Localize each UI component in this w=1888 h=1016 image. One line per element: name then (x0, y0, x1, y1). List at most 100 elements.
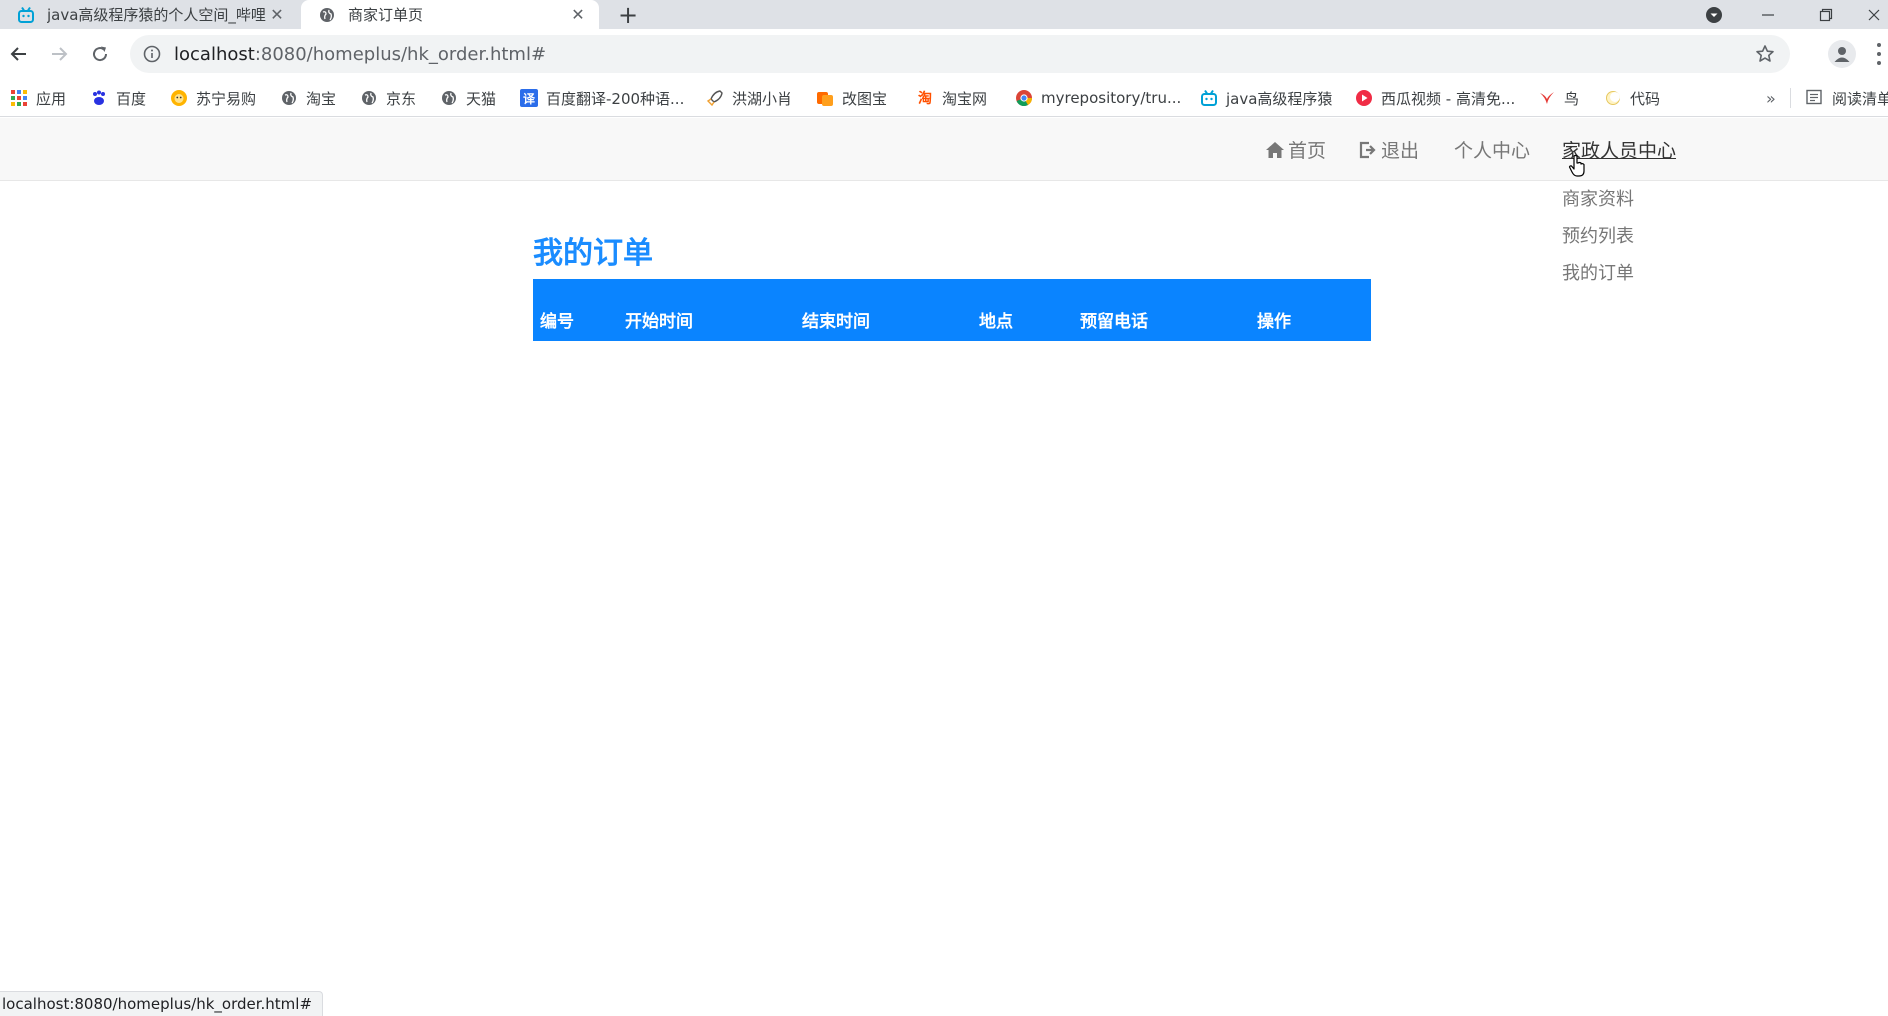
bookmark-xigua[interactable]: 西瓜视频 - 高清免... (1355, 79, 1515, 117)
nav-logout-label: 退出 (1381, 140, 1420, 162)
bookmark-suning[interactable]: 苏宁易购 (170, 79, 256, 117)
dropdown-item-my-orders[interactable]: 我的订单 (1562, 255, 1712, 292)
column-header-location: 地点 (979, 312, 1013, 332)
bookmark-label: 代码 (1630, 89, 1661, 108)
globe-icon (318, 6, 336, 24)
dropdown-item-merchant-profile[interactable]: 商家资料 (1562, 181, 1712, 218)
reading-list-label: 阅读清单 (1832, 89, 1888, 108)
bookmark-jd[interactable]: 京东 (360, 79, 416, 117)
bookmark-label: myrepository/tru... (1041, 89, 1182, 107)
bookmark-taobaowang[interactable]: 淘 淘宝网 (916, 79, 987, 117)
tab-strip: java高级程序猿的个人空间_哔哩 ✕ 商家订单页 ✕ + (0, 0, 1888, 29)
orders-table-header-row: 编号 开始时间 结束时间 地点 预留电话 操作 (533, 279, 1371, 341)
apps-grid-icon (10, 89, 28, 107)
logout-icon (1358, 140, 1378, 160)
bookmark-bilibili[interactable]: java高级程序猿 (1200, 79, 1332, 117)
bookmark-label: 洪湖小肖 (732, 89, 793, 108)
status-url-bubble: localhost:8080/homeplus/hk_order.html# (0, 991, 324, 1016)
tab-merchant-orders[interactable]: 商家订单页 ✕ (301, 0, 599, 29)
bookmark-myrepository[interactable]: myrepository/tru... (1015, 79, 1181, 117)
star-icon[interactable] (1754, 43, 1776, 65)
nav-logout-link[interactable]: 退出 (1358, 118, 1419, 181)
column-header-id: 编号 (540, 312, 574, 332)
reading-list-icon (1806, 89, 1824, 107)
bookmark-label: 鸟 (1564, 89, 1580, 108)
url-path: :8080/homeplus/hk_order.html# (254, 43, 547, 65)
reading-list-button[interactable]: 阅读清单 (1806, 79, 1888, 117)
bookmark-label: 京东 (386, 89, 417, 108)
home-icon (1265, 140, 1285, 160)
bookmarks-overflow-button[interactable]: » (1766, 79, 1776, 117)
dropdown-item-appointment-list[interactable]: 预约列表 (1562, 218, 1712, 255)
image-edit-icon (816, 89, 834, 107)
tab-title: 商家订单页 (348, 6, 424, 24)
bookmark-code[interactable]: 代码 (1604, 79, 1660, 117)
web-page: 首页 退出 个人中心 家政人员中心 商家资料 预约列表 我的订单 我的订单 编号… (0, 118, 1888, 1016)
taobao-icon: 淘 (918, 91, 932, 107)
globe-icon (440, 89, 458, 107)
reload-icon (93, 46, 108, 62)
person-icon (1834, 47, 1850, 62)
bookmarks-bar: 应用 百度 苏宁易购 淘宝 京东 天猫 译 百度翻译-200种语... 洪湖小肖… (0, 79, 1888, 117)
bookmark-baidu[interactable]: 百度 (90, 79, 146, 117)
nav-home-label: 首页 (1288, 140, 1327, 162)
minimize-icon[interactable] (1748, 0, 1788, 29)
nav-home-link[interactable]: 首页 (1265, 118, 1326, 181)
page-title: 我的订单 (533, 236, 653, 271)
url-text: localhost:8080/homeplus/hk_order.html# (174, 44, 546, 65)
bookmark-baidu-translate[interactable]: 译 百度翻译-200种语... (520, 79, 684, 117)
forward-button[interactable] (43, 38, 75, 70)
restore-icon[interactable] (1806, 0, 1846, 29)
play-icon (1355, 89, 1373, 107)
info-icon[interactable] (142, 44, 162, 64)
bird-icon (1538, 89, 1556, 107)
rocket-icon (706, 89, 724, 107)
bookmark-taobao[interactable]: 淘宝 (280, 79, 336, 117)
bilibili-icon (1200, 89, 1218, 107)
column-header-actions: 操作 (1257, 312, 1291, 332)
bookmarks-divider (1790, 88, 1791, 108)
bookmark-label: 苏宁易购 (196, 89, 257, 108)
nav-personal-center-link[interactable]: 个人中心 (1454, 118, 1530, 181)
address-bar[interactable]: localhost:8080/homeplus/hk_order.html# (130, 35, 1790, 73)
arrow-right-icon (52, 47, 68, 61)
tab-bilibili[interactable]: java高级程序猿的个人空间_哔哩 ✕ (0, 0, 298, 29)
mouse-pointer-icon (1568, 154, 1585, 177)
browser-toolbar: localhost:8080/homeplus/hk_order.html# (0, 29, 1888, 79)
url-host: localhost (174, 43, 255, 65)
bookmark-apps[interactable]: 应用 (10, 79, 66, 117)
globe-icon (360, 89, 378, 107)
close-icon[interactable]: ✕ (266, 4, 288, 26)
bookmark-tmall[interactable]: 天猫 (440, 79, 496, 117)
bookmark-label: 西瓜视频 - 高清免... (1381, 89, 1516, 108)
bookmark-gaitubao[interactable]: 改图宝 (816, 79, 887, 117)
chrome-icon (1015, 89, 1033, 107)
new-tab-button[interactable]: + (613, 0, 643, 29)
bookmark-bird[interactable]: 鸟 (1538, 79, 1579, 117)
column-header-end-time: 结束时间 (802, 312, 870, 332)
bookmark-label: 应用 (36, 89, 67, 108)
reload-button[interactable] (84, 38, 116, 70)
bookmark-label: 淘宝网 (942, 89, 988, 108)
close-window-icon[interactable] (1860, 0, 1888, 29)
staff-center-dropdown: 商家资料 预约列表 我的订单 (1562, 181, 1712, 292)
tab-search-icon[interactable] (1694, 0, 1734, 29)
close-icon[interactable]: ✕ (567, 4, 589, 26)
baidu-paw-icon (90, 89, 108, 107)
moon-icon (1604, 89, 1622, 107)
bookmark-label: 淘宝 (306, 89, 337, 108)
translate-icon: 译 (520, 89, 538, 107)
profile-avatar[interactable] (1828, 40, 1856, 68)
column-header-start-time: 开始时间 (625, 312, 693, 332)
bookmark-honghu[interactable]: 洪湖小肖 (706, 79, 792, 117)
arrow-left-icon (10, 47, 26, 61)
browser-menu-button[interactable] (1872, 41, 1886, 67)
site-navbar: 首页 退出 个人中心 家政人员中心 (0, 118, 1888, 181)
bilibili-icon (17, 6, 35, 24)
bookmark-label: java高级程序猿 (1226, 89, 1333, 108)
tab-title: java高级程序猿的个人空间_哔哩 (47, 6, 266, 24)
orders-table: 编号 开始时间 结束时间 地点 预留电话 操作 (533, 279, 1371, 341)
bookmark-label: 改图宝 (842, 89, 888, 108)
bookmark-label: 天猫 (466, 89, 497, 108)
back-button[interactable] (3, 38, 35, 70)
